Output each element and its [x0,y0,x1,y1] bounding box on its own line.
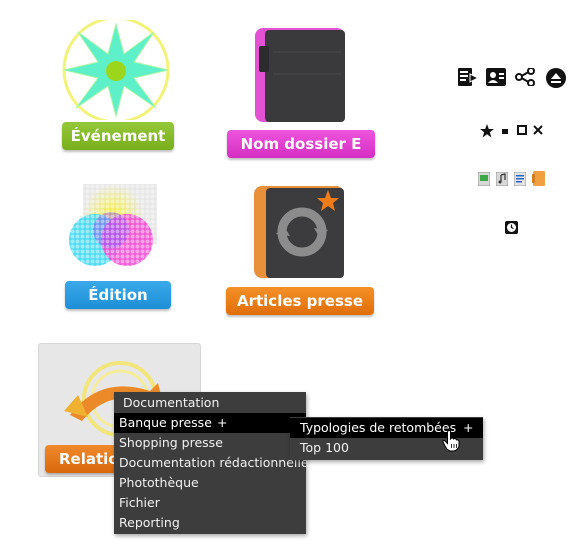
spreadsheet-file-icon[interactable] [478,172,490,186]
audio-file-icon[interactable] [496,172,508,186]
submenu-plus-icon: + [463,420,474,435]
star-icon[interactable] [480,124,494,138]
tile-evenement-label: Événement [62,122,174,150]
submenu-item-label: Typologies de retombées [300,420,457,435]
folder-binder-icon [255,28,345,122]
submenu-plus-icon: + [217,415,228,430]
export-list-icon[interactable] [458,68,478,86]
contact-card-icon[interactable] [486,68,506,86]
cmyk-halftone-icon [55,184,165,280]
menu-item-label: Documentation rédactionnelle [119,455,309,470]
articles-binder-icon [254,186,344,278]
menu-item-documentation[interactable]: Documentation [114,393,306,413]
menu-item-label: Fichier [119,495,160,510]
tile-articles-presse[interactable]: Articles presse [226,186,376,315]
menu-item-label: Reporting [119,515,180,530]
maximize-icon[interactable] [517,125,527,135]
menu-item-fichier[interactable]: Fichier [114,493,306,513]
menu-item-phototheque[interactable]: Photothèque [114,473,306,493]
menu-item-shopping-presse[interactable]: Shopping presse [114,433,306,453]
menu-item-banque-presse[interactable]: Banque presse + [114,413,306,433]
tile-nom-dossier-label: Nom dossier E [227,130,375,158]
menu-item-documentation-redactionnelle[interactable]: Documentation rédactionnelle [114,453,309,473]
tile-nom-dossier[interactable]: Nom dossier E [227,28,377,158]
tile-articles-presse-label: Articles presse [226,287,374,315]
menu-item-reporting[interactable]: Reporting [114,513,306,533]
tile-evenement[interactable]: Événement [60,20,178,152]
context-menu: Documentation Banque presse + Shopping p… [114,392,309,534]
document-file-icon[interactable] [514,172,526,186]
minimize-icon[interactable] [500,126,510,136]
folder-icon[interactable] [532,171,546,186]
menu-item-label: Banque presse [119,415,212,430]
tile-edition[interactable]: Édition [55,180,173,310]
hand-cursor-icon [442,430,460,452]
tile-edition-label: Édition [65,281,171,309]
share-icon[interactable] [515,68,535,86]
submenu-item-label: Top 100 [300,440,349,455]
clock-icon[interactable] [505,221,518,234]
menu-item-label: Documentation [123,395,220,410]
event-burst-icon [62,20,170,120]
close-icon[interactable] [533,125,543,135]
eject-icon[interactable] [546,68,566,88]
menu-item-label: Photothèque [119,475,199,490]
menu-item-label: Shopping presse [119,435,223,450]
